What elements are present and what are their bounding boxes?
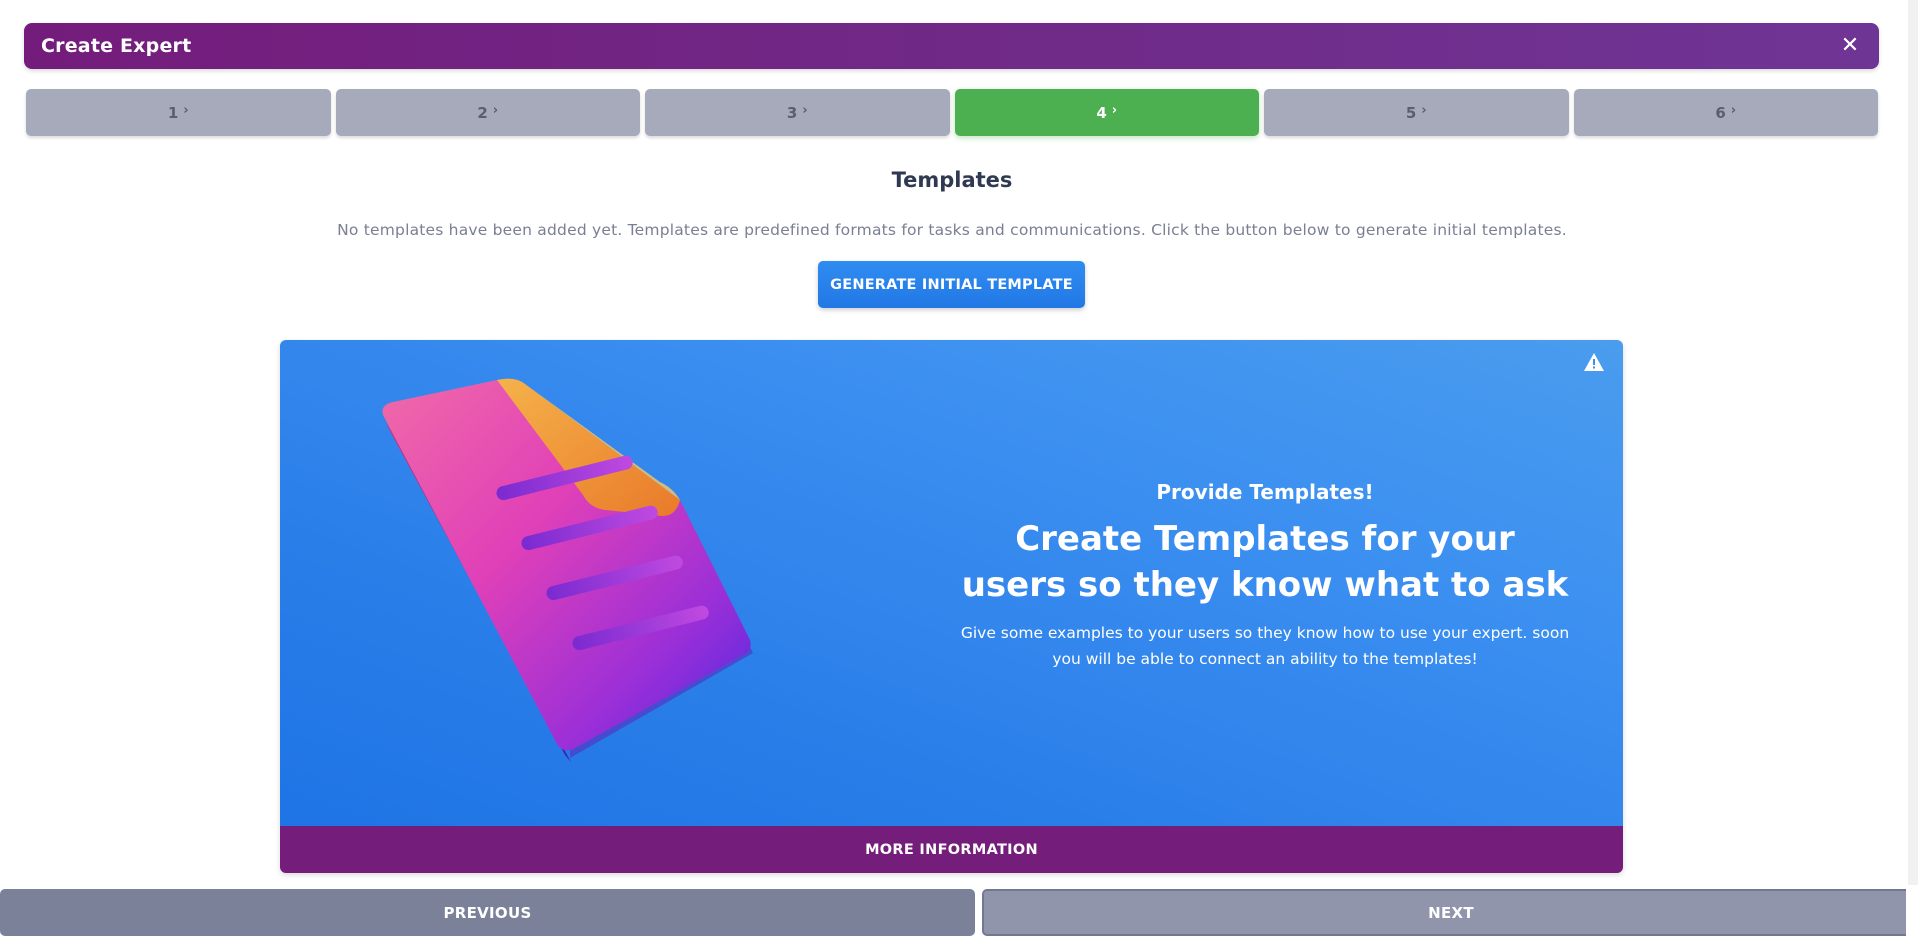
section-description: No templates have been added yet. Templa… — [337, 221, 1567, 239]
warning-triangle-icon[interactable] — [1583, 352, 1605, 372]
banner-text: Provide Templates! Create Templates for … — [960, 480, 1570, 672]
scrollbar[interactable] — [1906, 0, 1920, 952]
step-5-tab[interactable]: 5 › — [1264, 89, 1569, 136]
scrollbar-thumb[interactable] — [1908, 0, 1918, 885]
step-1-tab[interactable]: 1 › — [26, 89, 331, 136]
next-button[interactable]: NEXT — [982, 889, 1920, 936]
info-banner: Provide Templates! Create Templates for … — [280, 340, 1623, 826]
banner-heading: Create Templates for your users so they … — [961, 519, 1569, 605]
step-label: 4 — [1096, 103, 1107, 122]
step-2-tab[interactable]: 2 › — [335, 89, 640, 136]
step-4-tab[interactable]: 4 › — [954, 89, 1259, 136]
previous-button[interactable]: PREVIOUS — [0, 889, 975, 936]
chevron-right-icon: › — [492, 103, 499, 118]
chevron-right-icon: › — [802, 103, 808, 118]
step-label: 2 — [477, 103, 488, 122]
banner-eyebrow: Provide Templates! — [1156, 480, 1374, 504]
chevron-right-icon: › — [183, 103, 189, 118]
create-expert-page: Create Expert ✕ 1 › 2 › 3 › 4 › 5 › 6 › Templa… — [0, 0, 1920, 952]
step-label: 6 — [1715, 103, 1726, 122]
info-card: Provide Templates! Create Templates for … — [280, 340, 1623, 873]
chevron-right-icon: › — [1730, 103, 1737, 118]
generate-initial-template-button[interactable]: GENERATE INITIAL TEMPLATE — [818, 261, 1085, 308]
dialog-title: Create Expert — [41, 35, 192, 57]
document-icon — [382, 378, 753, 762]
step-3-tab[interactable]: 3 › — [645, 89, 950, 136]
more-information-button[interactable]: MORE INFORMATION — [280, 826, 1623, 873]
section-title: Templates — [891, 168, 1013, 192]
step-label: 3 — [786, 103, 798, 122]
step-label: 1 — [167, 103, 179, 122]
step-label: 5 — [1405, 103, 1417, 122]
stepper: 1 › 2 › 3 › 4 › 5 › 6 › — [26, 89, 1878, 136]
close-icon[interactable]: ✕ — [1839, 35, 1861, 57]
chevron-right-icon: › — [1421, 103, 1427, 118]
chevron-right-icon: › — [1111, 103, 1118, 118]
dialog-header: Create Expert ✕ — [24, 23, 1879, 69]
step-6-tab[interactable]: 6 › — [1573, 89, 1878, 136]
banner-body: Give some examples to your users so they… — [960, 624, 1570, 668]
